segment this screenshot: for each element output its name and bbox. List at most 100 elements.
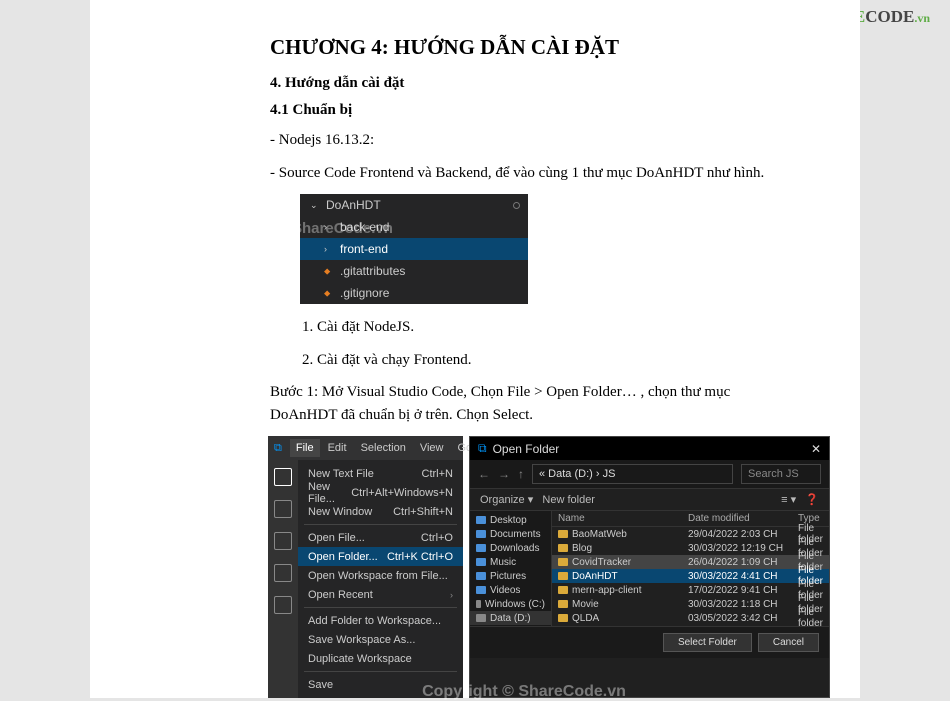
para-nodejs: - Nodejs 16.13.2: [270, 129, 780, 152]
search-box: Search JS [741, 464, 821, 484]
git-icon: ⬥ [324, 288, 334, 299]
menubar: ⧉ File Edit Selection View Go Run Ter [268, 436, 463, 460]
new-folder-button: New folder [542, 494, 595, 506]
separator [304, 524, 457, 525]
menu-edit: Edit [322, 439, 353, 457]
dialog-navbar: ← → ↑ « Data (D:) › JS Search JS [470, 460, 829, 489]
extensions-icon [274, 596, 292, 614]
col-date: Date modified [688, 513, 798, 524]
heading-section-4-1: 4.1 Chuẩn bị [270, 102, 780, 119]
file-dropdown: New Text FileCtrl+N New File...Ctrl+Alt+… [298, 460, 463, 698]
dialog-sidebar: Desktop Documents Downloads Music Pictur… [470, 511, 552, 626]
up-icon: ↑ [518, 467, 524, 481]
organize-dropdown: Organize ▾ [480, 494, 533, 506]
folder-frontend-label: front-end [340, 242, 388, 256]
folder-icon [558, 614, 568, 622]
file-row: BaoMatWeb29/04/2022 2:03 CHFile folder [552, 527, 829, 541]
para-sourcecode: - Source Code Frontend và Backend, để và… [270, 162, 780, 185]
vscode-logo-icon: ⧉ [478, 441, 487, 456]
view-options-icon: ≡ ▾ ❓ [781, 493, 819, 506]
source-control-icon [274, 532, 292, 550]
file-row: QLDA03/05/2022 3:42 CHFile folder [552, 611, 829, 625]
screenshot-vscode-menu: ⧉ File Edit Selection View Go Run Ter [268, 436, 463, 698]
folder-backend-label: back-end [340, 220, 389, 234]
document-page: CHƯƠNG 4: HƯỚNG DẪN CÀI ĐẶT 4. Hướng dẫn… [90, 0, 860, 698]
menu-view: View [414, 439, 450, 457]
file-gitattr-label: .gitattributes [340, 264, 405, 278]
file-row: Blog30/03/2022 12:19 CHFile folder [552, 541, 829, 555]
tree-gitattributes: ⬥ .gitattributes [300, 260, 528, 282]
list-item-2: 2. Cài đặt và chạy Frontend. [302, 349, 780, 372]
chevron-right-icon: › [324, 222, 334, 232]
dialog-toolbar: Organize ▾ New folder ≡ ▾ ❓ [470, 489, 829, 511]
file-gitignore-label: .gitignore [340, 286, 389, 300]
tree-frontend-selected: › front-end [300, 238, 528, 260]
file-row: Movie30/03/2022 1:18 CHFile folder [552, 597, 829, 611]
screenshot-explorer-tree: ShareCode.vn ⌄ DoAnHDT › back-end › fron… [300, 194, 528, 304]
tree-root: ⌄ DoAnHDT [300, 194, 528, 216]
drive-icon [476, 600, 481, 608]
side-local-e: Local Disk (E:) [470, 625, 551, 626]
search-icon [274, 500, 292, 518]
separator [304, 607, 457, 608]
activity-bar [268, 460, 298, 698]
dd-save: Save [298, 675, 463, 694]
folder-icon [476, 572, 486, 580]
separator [304, 671, 457, 672]
chevron-right-icon: › [324, 244, 334, 254]
folder-icon [476, 516, 486, 524]
file-row: CovidTracker26/04/2022 1:09 CHFile folde… [552, 555, 829, 569]
back-icon: ← [478, 467, 490, 481]
side-data-d-selected: Data (D:) [470, 611, 551, 625]
close-icon: ✕ [811, 442, 821, 456]
logo-text-2: CODE [865, 7, 914, 26]
dialog-title: Open Folder [493, 442, 560, 456]
folder-root-label: DoAnHDT [326, 198, 381, 212]
folder-icon [558, 586, 568, 594]
chevron-right-icon: › [450, 590, 453, 600]
dd-new-file: New File...Ctrl+Alt+Windows+N [298, 483, 463, 502]
dd-duplicate-workspace: Duplicate Workspace [298, 649, 463, 668]
file-row-selected: DoAnHDT30/03/2022 4:41 CHFile folder [552, 569, 829, 583]
tree-backend: › back-end [300, 216, 528, 238]
folder-icon [476, 586, 486, 594]
menu-file: File [290, 439, 320, 457]
dd-open-recent: Open Recent› [298, 585, 463, 604]
side-desktop: Desktop [470, 513, 551, 527]
file-row: mern-app-client17/02/2022 9:41 CHFile fo… [552, 583, 829, 597]
side-videos: Videos [470, 583, 551, 597]
list-item-1: 1. Cài đặt NodeJS. [302, 316, 780, 339]
folder-icon [558, 572, 568, 580]
folder-icon [558, 530, 568, 538]
path-breadcrumb: « Data (D:) › JS [532, 464, 733, 484]
folder-icon [558, 558, 568, 566]
logo-tld: .vn [914, 11, 930, 25]
heading-chapter: CHƯƠNG 4: HƯỚNG DẪN CÀI ĐẶT [270, 35, 780, 60]
para-step1: Bước 1: Mở Visual Studio Code, Chọn File… [270, 381, 780, 426]
dialog-footer: Select Folder Cancel [470, 626, 829, 658]
tree-gitignore: ⬥ .gitignore [300, 282, 528, 304]
col-name: Name [558, 513, 688, 524]
folder-icon [476, 544, 486, 552]
select-folder-button: Select Folder [663, 633, 752, 652]
dd-new-window: New WindowCtrl+Shift+N [298, 502, 463, 521]
forward-icon: → [498, 467, 510, 481]
column-headers: Name Date modified Type [552, 511, 829, 527]
chevron-down-icon: ⌄ [310, 200, 320, 211]
side-downloads: Downloads [470, 541, 551, 555]
menu-selection: Selection [355, 439, 412, 457]
debug-icon [274, 564, 292, 582]
side-documents: Documents [470, 527, 551, 541]
dialog-titlebar: ⧉ Open Folder ✕ [470, 437, 829, 460]
dd-open-file: Open File...Ctrl+O [298, 528, 463, 547]
dd-open-folder-selected: Open Folder...Ctrl+K Ctrl+O [298, 547, 463, 566]
drive-icon [476, 614, 486, 622]
dd-open-workspace: Open Workspace from File... [298, 566, 463, 585]
dd-add-folder: Add Folder to Workspace... [298, 611, 463, 630]
folder-icon [558, 600, 568, 608]
folder-icon [476, 530, 486, 538]
modified-indicator-icon [513, 202, 520, 209]
folder-icon [476, 558, 486, 566]
screenshot-open-folder-dialog: ⧉ Open Folder ✕ ← → ↑ « Data (D:) › JS Se… [469, 436, 830, 698]
folder-icon [558, 544, 568, 552]
